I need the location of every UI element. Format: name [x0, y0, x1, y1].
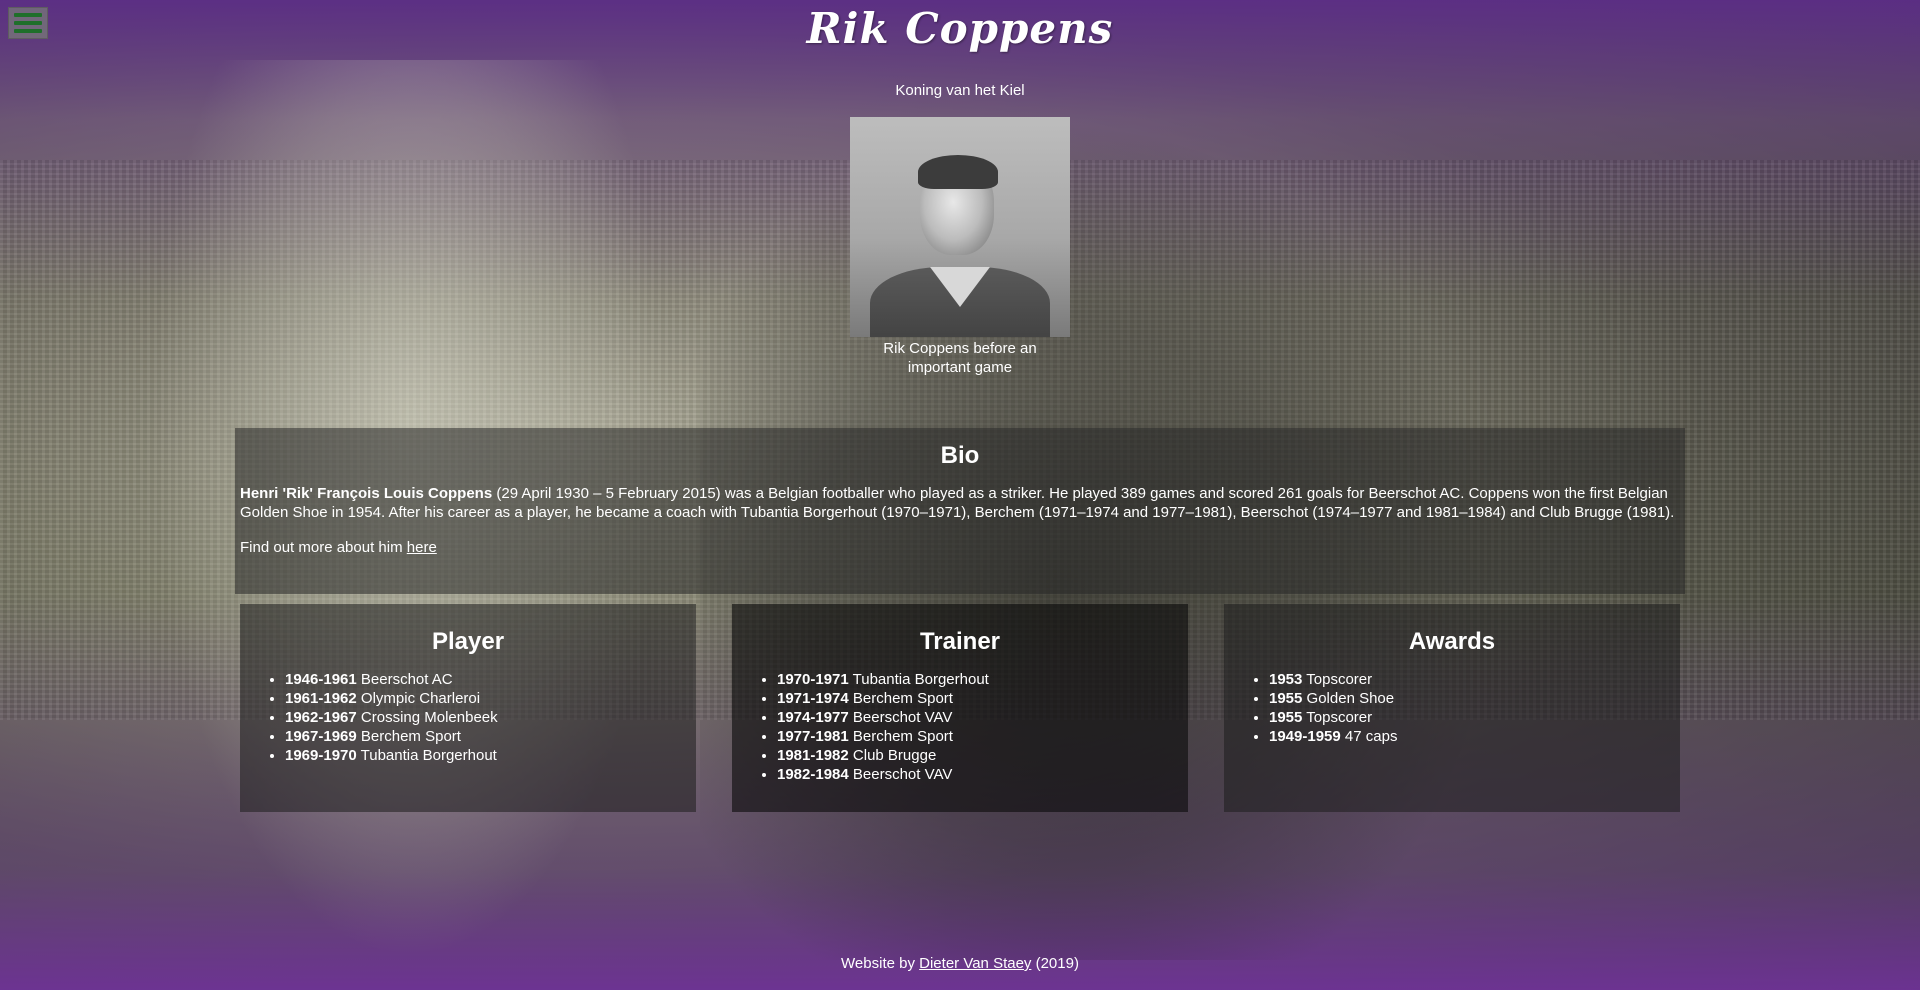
list-item-years: 1955: [1269, 709, 1303, 726]
list-item: 1946-1961 Beerschot AC: [285, 670, 696, 689]
list-item-years: 1953: [1269, 671, 1303, 688]
list-item: 1969-1970 Tubantia Borgerhout: [285, 746, 696, 765]
portrait-hair: [918, 155, 998, 189]
list-item-club: Beerschot AC: [356, 671, 453, 688]
list-item-years: 1971-1974: [777, 690, 849, 707]
list-item: 1962-1967 Crossing Molenbeek: [285, 708, 696, 727]
trainer-list: 1970-1971 Tubantia Borgerhout 1971-1974 …: [732, 670, 1188, 784]
trainer-heading: Trainer: [919, 628, 1001, 655]
awards-heading: Awards: [1408, 628, 1496, 655]
footer: Website by Dieter Van Staey (2019): [0, 955, 1920, 972]
list-item: 1949-1959 47 caps: [1269, 727, 1680, 746]
trainer-card: Trainer 1970-1971 Tubantia Borgerhout 19…: [732, 604, 1188, 812]
list-item: 1977-1981 Berchem Sport: [777, 727, 1188, 746]
bio-heading: Bio: [940, 442, 980, 469]
list-item: 1955 Topscorer: [1269, 708, 1680, 727]
list-item-club: Club Brugge: [848, 747, 937, 764]
list-item-years: 1961-1962: [285, 690, 357, 707]
list-item: 1974-1977 Beerschot VAV: [777, 708, 1188, 727]
footer-author-link[interactable]: Dieter Van Staey: [919, 955, 1031, 972]
list-item-award: Golden Shoe: [1302, 690, 1395, 707]
awards-card: Awards 1953 Topscorer 1955 Golden Shoe 1…: [1224, 604, 1680, 812]
bio-section: Bio Henri 'Rik' François Louis Coppens (…: [235, 428, 1685, 594]
list-item: 1955 Golden Shoe: [1269, 689, 1680, 708]
list-item-club: Tubantia Borgerhout: [356, 747, 497, 764]
player-heading: Player: [431, 628, 505, 655]
list-item-club: Beerschot VAV: [848, 766, 953, 783]
list-item: 1953 Topscorer: [1269, 670, 1680, 689]
list-item-club: Berchem Sport: [356, 728, 461, 745]
bio-more: Find out more about him here: [240, 538, 1680, 557]
list-item: 1961-1962 Olympic Charleroi: [285, 689, 696, 708]
list-item-award: Topscorer: [1302, 671, 1373, 688]
list-item: 1981-1982 Club Brugge: [777, 746, 1188, 765]
list-item-years: 1962-1967: [285, 709, 357, 726]
list-item-club: Crossing Molenbeek: [356, 709, 498, 726]
list-item-years: 1981-1982: [777, 747, 849, 764]
bio-more-link[interactable]: here: [407, 539, 437, 556]
list-item-club: Berchem Sport: [848, 728, 953, 745]
list-item-club: Beerschot VAV: [848, 709, 953, 726]
list-item-club: Berchem Sport: [848, 690, 953, 707]
list-item-club: Olympic Charleroi: [356, 690, 481, 707]
player-card: Player 1946-1961 Beerschot AC 1961-1962 …: [240, 604, 696, 812]
page-subtitle: Koning van het Kiel: [895, 82, 1025, 99]
bio-name: Henri 'Rik' François Louis Coppens: [240, 485, 493, 502]
list-item-years: 1955: [1269, 690, 1303, 707]
list-item: 1971-1974 Berchem Sport: [777, 689, 1188, 708]
footer-suffix: (2019): [1031, 955, 1079, 972]
list-item-years: 1970-1971: [777, 671, 849, 688]
portrait-figure: Rik Coppens before an important game: [850, 117, 1070, 377]
list-item: 1970-1971 Tubantia Borgerhout: [777, 670, 1188, 689]
player-list: 1946-1961 Beerschot AC 1961-1962 Olympic…: [240, 670, 696, 765]
list-item-years: 1974-1977: [777, 709, 849, 726]
portrait-caption: Rik Coppens before an important game: [883, 340, 1037, 376]
list-item-award: 47 caps: [1340, 728, 1398, 745]
list-item-years: 1946-1961: [285, 671, 357, 688]
portrait-image: [850, 117, 1070, 337]
list-item-years: 1977-1981: [777, 728, 849, 745]
list-item-award: Topscorer: [1302, 709, 1373, 726]
bio-more-prefix: Find out more about him: [240, 539, 407, 556]
list-item-club: Tubantia Borgerhout: [848, 671, 989, 688]
list-item-years: 1949-1959: [1269, 728, 1341, 745]
list-item: 1982-1984 Beerschot VAV: [777, 765, 1188, 784]
list-item: 1967-1969 Berchem Sport: [285, 727, 696, 746]
footer-prefix: Website by: [841, 955, 920, 972]
list-item-years: 1967-1969: [285, 728, 357, 745]
bio-text: Henri 'Rik' François Louis Coppens (29 A…: [240, 484, 1680, 522]
awards-list: 1953 Topscorer 1955 Golden Shoe 1955 Top…: [1224, 670, 1680, 746]
list-item-years: 1982-1984: [777, 766, 849, 783]
list-item-years: 1969-1970: [285, 747, 357, 764]
page-title: Rik Coppens: [806, 4, 1114, 53]
